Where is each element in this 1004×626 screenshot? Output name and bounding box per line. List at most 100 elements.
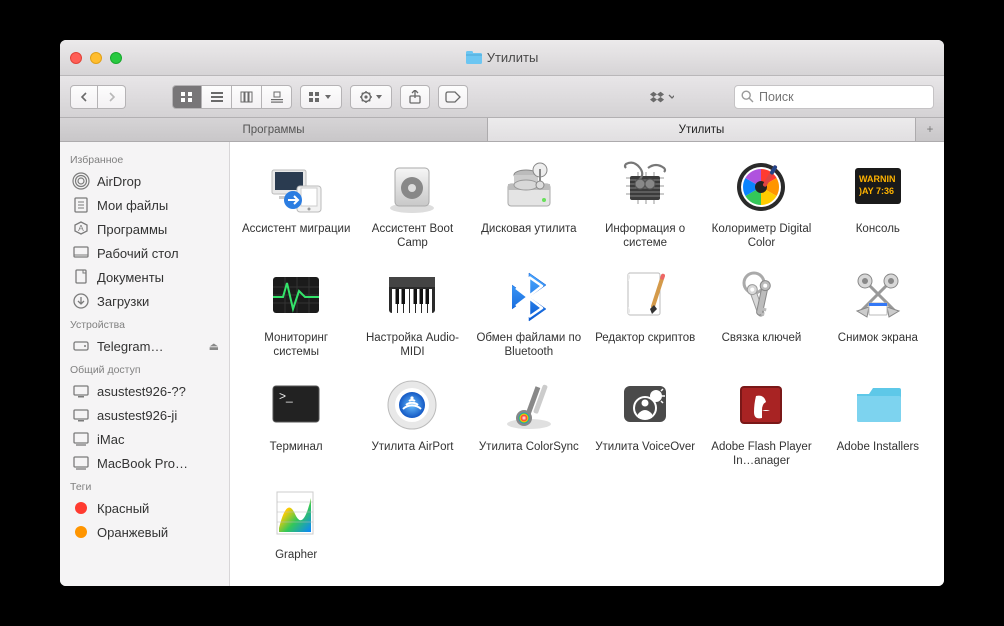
file-label: Информация о системе (589, 222, 701, 251)
arrange-group (300, 85, 342, 109)
file-item-adobeinst[interactable]: Adobe Installers (822, 374, 934, 475)
sidebar-section-header: Устройства (60, 313, 229, 334)
icon-view-button[interactable] (172, 85, 202, 109)
file-label: Снимок экрана (838, 331, 918, 359)
finder-window: Утилиты (60, 40, 944, 586)
mac-icon (72, 454, 90, 472)
file-label: Колориметр Digital Color (705, 222, 817, 251)
utilities-folder-icon (466, 51, 482, 64)
search-input[interactable] (759, 90, 927, 104)
file-item-airport[interactable]: Утилита AirPort (356, 374, 468, 475)
file-label: Обмен файлами по Bluetooth (473, 331, 585, 360)
back-button[interactable] (70, 85, 98, 109)
colorsync-icon (498, 374, 560, 436)
toolbar (60, 76, 944, 118)
sidebar-item-label: Telegram… (97, 339, 202, 354)
close-window-button[interactable] (70, 52, 82, 64)
sidebar-item-label: AirDrop (97, 174, 219, 189)
airdrop-icon (72, 172, 90, 190)
arrange-button[interactable] (300, 85, 342, 109)
zoom-window-button[interactable] (110, 52, 122, 64)
file-item-activity[interactable]: Мониторинг системы (240, 265, 352, 366)
sidebar-item[interactable]: Рабочий стол (60, 241, 229, 265)
sidebar-section-header: Избранное (60, 148, 229, 169)
file-item-bluetooth[interactable]: Обмен файлами по Bluetooth (473, 265, 585, 366)
tab-bar: Программы Утилиты + (60, 118, 944, 142)
voiceover-icon (614, 374, 676, 436)
sidebar-item[interactable]: A Программы (60, 217, 229, 241)
file-item-voiceover[interactable]: Утилита VoiceOver (589, 374, 701, 475)
sidebar-item[interactable]: Документы (60, 265, 229, 289)
sidebar-item-label: asustest926-?? (97, 384, 219, 399)
sidebar-item[interactable]: Мои файлы (60, 193, 229, 217)
airport-icon (381, 374, 443, 436)
content-area[interactable]: Ассистент миграцииАссистент Boot Camp Дис… (230, 142, 944, 586)
file-item-audiomidi[interactable]: Настройка Audio-MIDI (356, 265, 468, 366)
sidebar-item[interactable]: Загрузки (60, 289, 229, 313)
sidebar-item[interactable]: MacBook Pro… (60, 451, 229, 475)
action-button[interactable] (350, 85, 392, 109)
titlebar: Утилиты (60, 40, 944, 76)
apps-icon: A (72, 220, 90, 238)
sidebar-item[interactable]: AirDrop (60, 169, 229, 193)
sidebar: Избранное AirDrop Мои файлы A Программы Рабоч… (60, 142, 230, 586)
sidebar-item[interactable]: Оранжевый (60, 520, 229, 544)
sidebar-item[interactable]: iMac (60, 427, 229, 451)
file-item-flash[interactable]: Adobe Flash Player In…anager (705, 374, 817, 475)
flash-icon (730, 374, 792, 436)
sidebar-item-label: Программы (97, 222, 219, 237)
minimize-window-button[interactable] (90, 52, 102, 64)
tab-programs[interactable]: Программы (60, 118, 488, 141)
file-item-bootcamp[interactable]: Ассистент Boot Camp (356, 156, 468, 257)
share-button[interactable] (400, 85, 430, 109)
colormeter-icon (730, 156, 792, 218)
disk-icon (72, 337, 90, 355)
tags-button[interactable] (438, 85, 468, 109)
dropbox-button[interactable] (650, 90, 674, 104)
sidebar-item[interactable]: asustest926-ji (60, 403, 229, 427)
sidebar-item[interactable]: Красный (60, 496, 229, 520)
pc-icon (72, 382, 90, 400)
svg-text:)AY 7:36: )AY 7:36 (859, 186, 894, 196)
forward-button[interactable] (98, 85, 126, 109)
file-item-migration[interactable]: Ассистент миграции (240, 156, 352, 257)
file-item-screenshot[interactable]: Снимок экрана (822, 265, 934, 366)
sidebar-section-header: Общий доступ (60, 358, 229, 379)
file-label: Мониторинг системы (240, 331, 352, 360)
file-label: Связка ключей (722, 331, 802, 359)
file-item-sysinfo[interactable]: Информация о системе (589, 156, 701, 257)
file-item-grapher[interactable]: Grapher (240, 482, 352, 582)
sidebar-item-label: Мои файлы (97, 198, 219, 213)
bootcamp-icon (381, 156, 443, 218)
new-tab-button[interactable]: + (916, 118, 944, 141)
nav-buttons (70, 85, 126, 109)
coverflow-view-button[interactable] (262, 85, 292, 109)
search-icon (741, 90, 754, 103)
file-item-keychain[interactable]: Связка ключей (705, 265, 817, 366)
file-item-colorsync[interactable]: Утилита ColorSync (473, 374, 585, 475)
file-label: Редактор скриптов (595, 331, 695, 359)
file-label: Терминал (270, 440, 323, 468)
search-field[interactable] (734, 85, 934, 109)
sidebar-item-label: Документы (97, 270, 219, 285)
file-item-scripted[interactable]: Редактор скриптов (589, 265, 701, 366)
sidebar-section-header: Теги (60, 475, 229, 496)
file-item-console[interactable]: WARNIN)AY 7:36Консоль (822, 156, 934, 257)
column-view-button[interactable] (232, 85, 262, 109)
pc-icon (72, 406, 90, 424)
file-label: Adobe Installers (837, 440, 919, 468)
audiomidi-icon (381, 265, 443, 327)
svg-text:>_: >_ (279, 389, 293, 403)
file-label: Дисковая утилита (481, 222, 576, 250)
sidebar-item[interactable]: Telegram… ⏏ (60, 334, 229, 358)
eject-icon[interactable]: ⏏ (209, 340, 219, 353)
file-label: Adobe Flash Player In…anager (705, 440, 817, 469)
file-item-diskutil[interactable]: Дисковая утилита (473, 156, 585, 257)
sidebar-item[interactable]: asustest926-?? (60, 379, 229, 403)
tab-utilities[interactable]: Утилиты (488, 118, 916, 141)
file-item-terminal[interactable]: >_ Терминал (240, 374, 352, 475)
list-view-button[interactable] (202, 85, 232, 109)
file-label: Ассистент миграции (242, 222, 350, 250)
downloads-icon (72, 292, 90, 310)
file-item-colormeter[interactable]: Колориметр Digital Color (705, 156, 817, 257)
